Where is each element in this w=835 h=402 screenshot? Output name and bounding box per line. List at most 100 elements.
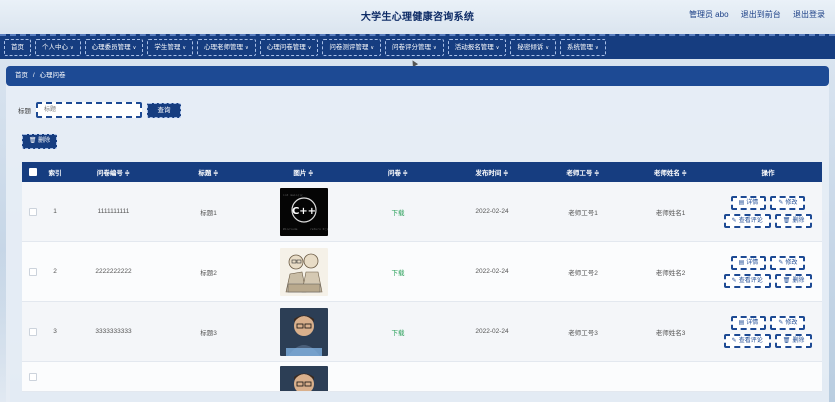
cell-teacher-no: 老师工号2 — [568, 269, 598, 277]
user-label[interactable]: 管理员 abo — [689, 10, 729, 19]
search-input[interactable] — [36, 102, 142, 118]
nav-item-label: 活动报名管理 — [454, 44, 494, 51]
nav-item-6[interactable]: 问卷测评管理 ∨ — [322, 39, 382, 56]
col-teacher-name[interactable]: 老师姓名 ≑ — [627, 162, 714, 182]
view-comments-button-label: 查看评论 — [738, 277, 763, 284]
edit-icon: ✎ — [778, 259, 784, 266]
trash-icon: 🗑 — [782, 217, 791, 224]
select-all-checkbox[interactable] — [29, 168, 37, 176]
nav-item-label: 系统管理 — [567, 44, 594, 51]
nav-item-1[interactable]: 个人中心 ∨ — [35, 39, 81, 56]
cell-qno — [66, 362, 161, 391]
nav-item-label: 秘密倾诉 — [517, 44, 544, 51]
chevron-down-icon: ∨ — [70, 45, 74, 51]
nav-item-5[interactable]: 心理问卷管理 ∨ — [259, 39, 319, 56]
trash-icon: 🗑 — [782, 277, 791, 284]
row-checkbox[interactable] — [29, 372, 37, 381]
breadcrumb-current: 心理问卷 — [39, 72, 66, 79]
cell-pic — [256, 302, 351, 361]
nav-item-9[interactable]: 秘密倾诉 ∨ — [510, 39, 557, 56]
view-comments-button[interactable]: ✎ 查看评论 — [723, 273, 771, 288]
table-row: 3 3333333333 标题3 下载 2022-02-24 老师工号3 老师姓名3 ▤ 详情 ✎… — [22, 302, 822, 362]
cell-questionnaire — [351, 362, 445, 391]
cell-qno: 2222222222 — [95, 268, 132, 275]
main-panel: 首页 / 心理问卷 标题 查询 🗑 删除 索引 问卷编号 ≑ 标题 ≑ 图片 ≑… — [6, 66, 829, 402]
cell-title — [161, 362, 256, 391]
nav-item-0[interactable]: 首页 — [4, 39, 31, 56]
delete-button[interactable]: 🗑 删除 — [774, 333, 813, 348]
cell-index: 3 — [53, 328, 57, 335]
questionnaire-thumbnail — [279, 247, 328, 296]
svg-text:int main(){: int main(){ — [283, 193, 303, 197]
view-comments-button[interactable]: ✎ 查看评论 — [723, 333, 771, 348]
nav-item-7[interactable]: 问卷评分管理 ∨ — [385, 39, 444, 56]
edit-button-label: 修改 — [785, 199, 798, 206]
view-comments-button-label: 查看评论 — [738, 337, 763, 344]
cell-teacher-name — [627, 362, 714, 391]
nav-item-label: 问卷评分管理 — [392, 44, 432, 51]
nav-item-4[interactable]: 心理老师管理 ∨ — [197, 39, 256, 56]
edit-icon: ✎ — [731, 277, 737, 284]
logout-link[interactable]: 退出登录 — [793, 10, 825, 19]
edit-icon: ✎ — [731, 217, 737, 224]
chevron-down-icon: ∨ — [132, 45, 137, 51]
cell-teacher-no: 老师工号3 — [568, 329, 598, 337]
questionnaire-thumbnail — [279, 366, 328, 391]
chevron-down-icon: ∨ — [545, 45, 550, 51]
detail-button[interactable]: ▤ 详情 — [730, 315, 767, 330]
nav-item-2[interactable]: 心理委员管理 ∨ — [84, 39, 144, 56]
chevron-down-icon: ∨ — [595, 45, 599, 51]
cell-questionnaire: 下载 — [351, 182, 445, 241]
col-ops: 操作 — [761, 170, 775, 177]
view-comments-button[interactable]: ✎ 查看评论 — [723, 213, 771, 228]
detail-button[interactable]: ▤ 详情 — [730, 195, 767, 210]
cell-teacher-name: 老师姓名3 — [655, 329, 686, 337]
nav-item-label: 心理问卷管理 — [266, 44, 306, 51]
cell-date: 2022-02-24 — [475, 328, 509, 335]
cell-title: 标题2 — [200, 269, 217, 277]
nav-items: 首页 个人中心 ∨ 心理委员管理 ∨ 学生管理 ∨ 心理老师管理 ∨ 心理问卷管理 ∨ 问卷测评管理 ∨… — [0, 36, 835, 59]
select-all-cell — [22, 162, 44, 182]
delete-button-label: 删除 — [792, 277, 805, 284]
row-checkbox[interactable] — [29, 267, 37, 276]
col-pic[interactable]: 图片 ≑ — [256, 162, 351, 182]
cell-qno: 3333333333 — [95, 328, 132, 335]
breadcrumb: 首页 / 心理问卷 — [6, 66, 829, 86]
batch-delete-button[interactable]: 🗑 删除 — [22, 134, 57, 149]
edit-button[interactable]: ✎ 修改 — [770, 315, 806, 330]
edit-button[interactable]: ✎ 修改 — [770, 255, 806, 270]
chevron-down-icon: ∨ — [433, 45, 437, 51]
nav-item-8[interactable]: 活动报名管理 ∨ — [447, 39, 507, 56]
questionnaire-thumbnail: C++ int main(){return 0;} #include — [279, 187, 328, 236]
row-actions-line: ✎ 查看评论 🗑 删除 — [723, 213, 813, 228]
col-teacher-no[interactable]: 老师工号 ≑ — [539, 162, 627, 182]
nav-item-10[interactable]: 系统管理 ∨ — [560, 39, 606, 56]
col-date[interactable]: 发布时间 ≑ — [445, 162, 539, 182]
row-checkbox[interactable] — [29, 207, 37, 216]
detail-button[interactable]: ▤ 详情 — [730, 255, 767, 270]
delete-button[interactable]: 🗑 删除 — [774, 273, 813, 288]
col-qno[interactable]: 问卷编号 ≑ — [66, 162, 161, 182]
delete-button[interactable]: 🗑 删除 — [774, 213, 813, 228]
download-link[interactable]: 下载 — [392, 207, 405, 217]
search-button[interactable]: 查询 — [147, 102, 181, 118]
cell-ops: ▤ 详情 ✎ 修改 ✎ 查看评论 🗑 删除 — [714, 182, 822, 241]
document-icon: ▤ — [738, 259, 745, 266]
col-title[interactable]: 标题 ≑ — [161, 162, 256, 182]
download-link[interactable]: 下载 — [392, 327, 405, 337]
main-nav: 首页 个人中心 ∨ 心理委员管理 ∨ 学生管理 ∨ 心理老师管理 ∨ 心理问卷管理 ∨ 问卷测评管理 ∨… — [0, 34, 835, 59]
chevron-down-icon: ∨ — [370, 45, 375, 51]
edit-button-label: 修改 — [785, 259, 798, 266]
edit-button[interactable]: ✎ 修改 — [770, 195, 806, 210]
delete-button-label: 删除 — [792, 217, 805, 224]
col-questionnaire[interactable]: 问卷 ≑ — [351, 162, 445, 182]
decorative-wave — [0, 250, 10, 402]
breadcrumb-home[interactable]: 首页 — [15, 72, 28, 79]
row-checkbox[interactable] — [29, 327, 37, 336]
nav-item-label: 个人中心 — [42, 44, 68, 51]
nav-item-3[interactable]: 学生管理 ∨ — [147, 39, 194, 56]
nav-item-label: 首页 — [11, 44, 24, 51]
row-actions-line: ▤ 详情 ✎ 修改 — [730, 315, 806, 330]
download-link[interactable]: 下载 — [392, 267, 405, 277]
back-to-front-link[interactable]: 退出到前台 — [741, 10, 781, 19]
